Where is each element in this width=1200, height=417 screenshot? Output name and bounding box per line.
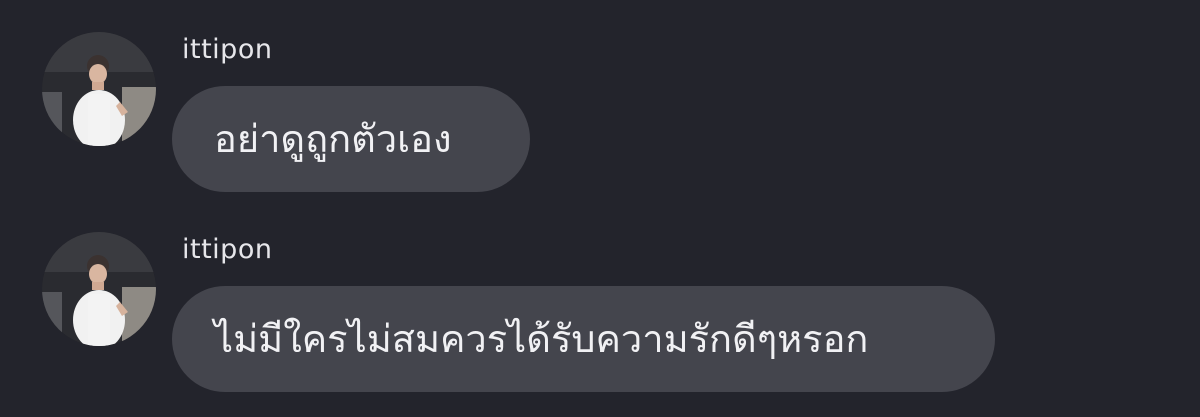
message-bubble[interactable]: ไม่มีใครไม่สมควรได้รับความรักดีๆหรอก <box>172 286 995 392</box>
user-photo-avatar-icon <box>42 32 156 146</box>
message-text: ไม่มีใครไม่สมควรได้รับความรักดีๆหรอก <box>214 317 869 361</box>
sender-name: ittipon <box>182 234 273 265</box>
avatar[interactable] <box>42 232 156 346</box>
message-bubble[interactable]: อย่าดูถูกตัวเอง <box>172 86 530 192</box>
sender-name: ittipon <box>182 34 273 65</box>
message-text: อย่าดูถูกตัวเอง <box>214 117 452 161</box>
avatar[interactable] <box>42 32 156 146</box>
chat-thread: ittipon อย่าดูถูกตัวเอง ittipon ไม่มีใคร… <box>0 0 1200 417</box>
user-photo-avatar-icon <box>42 232 156 346</box>
